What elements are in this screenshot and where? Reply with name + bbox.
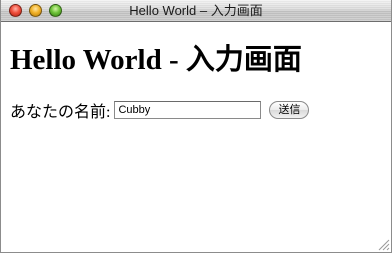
- page-heading: Hello World - 入力画面: [10, 44, 302, 76]
- title-bar[interactable]: Hello World – 入力画面: [1, 0, 391, 22]
- name-form: あなたの名前: 送信: [10, 99, 383, 121]
- resize-grip-icon[interactable]: [378, 239, 390, 251]
- window-title: Hello World – 入力画面: [129, 3, 263, 18]
- page-content: Hello World - 入力画面 あなたの名前: 送信: [10, 40, 383, 121]
- submit-button[interactable]: 送信: [269, 101, 310, 119]
- name-input[interactable]: [114, 101, 262, 119]
- name-label: あなたの名前:: [10, 104, 111, 121]
- browser-window: Hello World – 入力画面 Hello World - 入力画面 あな…: [0, 0, 392, 253]
